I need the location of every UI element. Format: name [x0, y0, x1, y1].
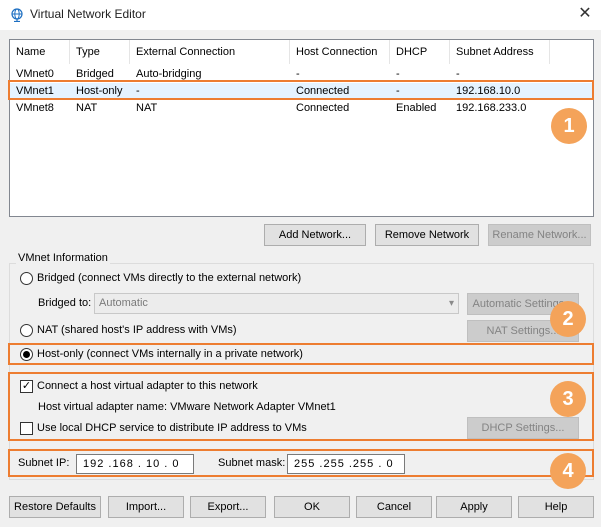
add-network-button[interactable]: Add Network...	[264, 224, 366, 246]
cell-host: Connected	[296, 102, 350, 114]
bridged-to-value: Automatic	[99, 297, 148, 309]
ok-button[interactable]: OK	[274, 496, 350, 518]
help-button[interactable]: Help	[518, 496, 594, 518]
chevron-down-icon: ▾	[448, 298, 454, 309]
adapter-name-label: Host virtual adapter name: VMware Networ…	[38, 401, 336, 413]
connect-adapter-checkbox[interactable]: ✓	[20, 380, 33, 393]
restore-defaults-button[interactable]: Restore Defaults	[9, 496, 101, 518]
subnet-mask-input[interactable]: 255 .255 .255 . 0	[287, 454, 405, 474]
cancel-button[interactable]: Cancel	[356, 496, 432, 518]
cell-dhcp: Enabled	[396, 102, 437, 114]
callout-badge-2: 2	[550, 301, 586, 337]
import-button[interactable]: Import...	[108, 496, 184, 518]
subnet-ip-label: Subnet IP:	[18, 457, 70, 469]
column-header-name[interactable]: Name	[10, 40, 70, 64]
column-header-external[interactable]: External Connection	[130, 40, 290, 64]
column-header-host[interactable]: Host Connection	[290, 40, 390, 64]
export-button[interactable]: Export...	[190, 496, 266, 518]
callout-badge-3: 3	[550, 381, 586, 417]
remove-network-button[interactable]: Remove Network	[375, 224, 479, 246]
nat-label: NAT (shared host's IP address with VMs)	[37, 324, 237, 336]
column-header-subnet[interactable]: Subnet Address	[450, 40, 550, 64]
bridged-to-select[interactable]: Automatic ▾	[94, 293, 459, 314]
subnet-ip-input[interactable]: 192 .168 . 10 . 0	[76, 454, 194, 474]
list-header: Name Type External Connection Host Conne…	[10, 40, 593, 64]
local-dhcp-label: Use local DHCP service to distribute IP …	[37, 422, 307, 434]
column-header-dhcp[interactable]: DHCP	[390, 40, 450, 64]
callout-badge-1: 1	[551, 108, 587, 144]
vmnet-info-label: VMnet Information	[16, 252, 110, 264]
cell-subnet: 192.168.233.0	[456, 102, 527, 114]
cell-external: NAT	[136, 102, 158, 114]
cell-name: VMnet8	[16, 102, 54, 114]
subnet-mask-label: Subnet mask:	[218, 457, 286, 469]
network-globe-icon	[11, 8, 23, 22]
bridged-to-label: Bridged to:	[38, 297, 92, 309]
column-header-type[interactable]: Type	[70, 40, 130, 64]
host-only-label: Host-only (connect VMs internally in a p…	[37, 348, 303, 360]
title-bar: Virtual Network Editor ✕	[0, 0, 601, 30]
rename-network-button[interactable]: Rename Network...	[488, 224, 591, 246]
cell-type: NAT	[76, 102, 98, 114]
nat-radio[interactable]	[20, 324, 33, 337]
host-only-radio[interactable]	[20, 348, 33, 361]
network-list[interactable]: Name Type External Connection Host Conne…	[9, 39, 594, 217]
close-icon[interactable]: ✕	[572, 4, 598, 26]
local-dhcp-checkbox[interactable]	[20, 422, 33, 435]
bridged-label: Bridged (connect VMs directly to the ext…	[37, 272, 302, 284]
callout-badge-4: 4	[550, 453, 586, 489]
highlight-box-1	[8, 80, 594, 100]
apply-button[interactable]: Apply	[436, 496, 512, 518]
dhcp-settings-button[interactable]: DHCP Settings...	[467, 417, 579, 439]
bridged-radio[interactable]	[20, 272, 33, 285]
window-title: Virtual Network Editor	[30, 7, 146, 21]
table-row[interactable]: VMnet8 NAT NAT Connected Enabled 192.168…	[10, 100, 593, 117]
connect-adapter-label: Connect a host virtual adapter to this n…	[37, 380, 258, 392]
